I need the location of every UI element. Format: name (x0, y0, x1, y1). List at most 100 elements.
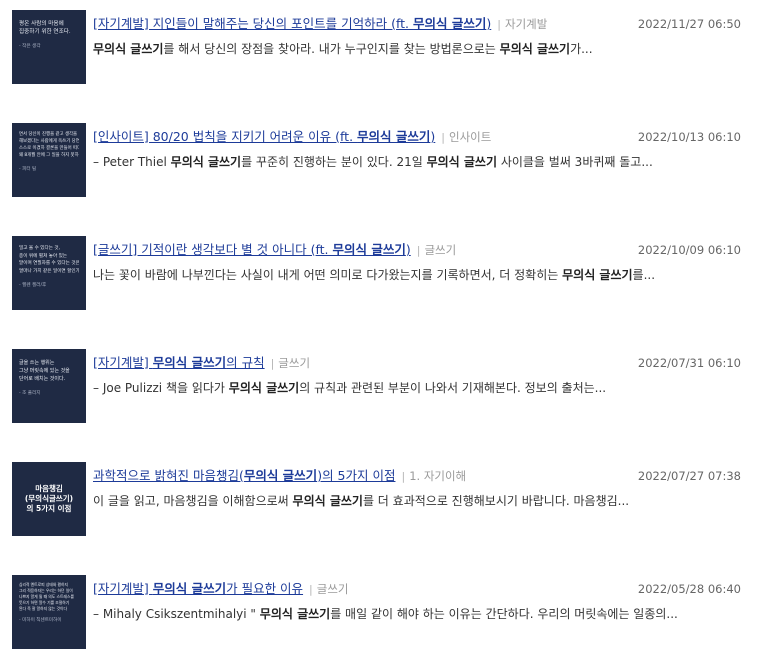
title-highlight: 무의식 글쓰기 (152, 355, 227, 370)
post-excerpt: 나는 꽃이 바람에 나부낀다는 사실이 내게 어떤 의미로 다가왔는지를 기록하… (93, 267, 743, 283)
post-category[interactable]: 인사이트 (449, 130, 491, 144)
post-item: 심리적 엔트로피 상태와 평하지 그리 적응하자는 우리는 하던 일이 나쁘지 … (0, 575, 773, 655)
post-title-link[interactable]: [글쓰기] 기적이란 생각보다 별 것 아니다 (ft. 무의식 글쓰기) (93, 242, 411, 257)
thumbnail-text: 글을 쓰는 행위는 (19, 360, 55, 366)
excerpt-highlight: 무의식 글쓰기 (562, 268, 633, 282)
post-list: 평온 사람의 마음에 집중하기 위한 연조다. - 작은 생각 [자기계발] 지… (0, 0, 773, 662)
separator: | (441, 131, 445, 144)
excerpt-text: 를 꾸준히 진행하는 분이 있다. 21일 (241, 155, 427, 169)
post-thumbnail[interactable]: 밀고 올 수 있다는 것, 종이 위에 펼쳐 놓아 있는 말이며 연필자를 수 … (12, 236, 86, 310)
post-title-link[interactable]: [자기계발] 무의식 글쓰기가 필요한 이유 (93, 581, 303, 596)
title-text: [자기계발] 지인들이 말해주는 당신의 포인트를 기억하라 (ft. (93, 16, 414, 31)
thumbnail-text: 의 5가지 이점 (26, 504, 72, 513)
excerpt-text: – Peter Thiel (93, 155, 171, 169)
thumbnail-text: 그냥 머릿속에 있는 것을 (19, 368, 70, 374)
separator: | (497, 18, 501, 31)
post-date: 2022/07/31 06:10 (637, 356, 741, 370)
thumbnail-text: 면서 당신이 진행을 같고 생각을 (19, 132, 78, 137)
excerpt-text: 사이클을 벌써 3바퀴째 돌고... (497, 155, 653, 169)
post-title-link[interactable]: [인사이트] 80/20 법칙을 지키기 어려운 이유 (ft. 무의식 글쓰기… (93, 129, 435, 144)
thumbnail-text: 스스로 이겼하 결론을 만들어 떠다, (19, 146, 79, 151)
post-title-link[interactable]: 과학적으로 밝혀진 마음챙김(무의식 글쓰기)의 5가지 이점 (93, 468, 395, 483)
excerpt-text: – Mihaly Csikszentmihalyi " (93, 607, 260, 621)
excerpt-text: 의 규칙과 관련된 부분이 나와서 기재해본다. 정보의 출처는... (299, 381, 607, 395)
post-item: 마음챙김 (무의식글쓰기) 의 5가지 이점 과학적으로 밝혀진 마음챙김(무의… (0, 462, 773, 542)
post-item: 글을 쓰는 행위는 그냥 머릿속에 있는 것을 단어로 배치는 것이다. - 조… (0, 349, 773, 429)
thumbnail-text: 된다 즉 잘 알하지 않는 것이다 (19, 606, 67, 611)
thumbnail-author: - 작은 생각 (19, 44, 41, 49)
post-category[interactable]: 글쓰기 (278, 356, 310, 370)
post-title-link[interactable]: [자기계발] 무의식 글쓰기의 규칙 (93, 355, 265, 370)
excerpt-highlight: 무의식 글쓰기 (499, 42, 571, 56)
thumbnail-text: 집중하기 위한 연조다. (19, 29, 71, 35)
post-excerpt: – Peter Thiel 무의식 글쓰기를 꾸준히 진행하는 분이 있다. 2… (93, 154, 743, 170)
post-excerpt: – Mihaly Csikszentmihalyi " 무의식 글쓰기를 매일 … (93, 606, 743, 622)
post-title-link[interactable]: [자기계발] 지인들이 말해주는 당신의 포인트를 기억하라 (ft. 무의식 … (93, 16, 491, 31)
post-date: 2022/10/13 06:10 (637, 130, 741, 144)
thumbnail-text: 종이 위에 펼쳐 놓아 있는 (19, 253, 68, 259)
thumbnail-text: 해보겠다는 사람에게 옥쓰기 당연한, (19, 139, 79, 144)
excerpt-text: 를 더 효과적으로 진행해보시기 바랍니다. 마음챙김... (362, 494, 630, 508)
excerpt-text: – Joe Pulizzi 책을 읽다가 (93, 381, 229, 395)
title-highlight: 무의식 글쓰기 (152, 581, 227, 596)
separator: | (401, 470, 406, 483)
post-category[interactable]: 1. 자기이해 (409, 469, 466, 483)
title-highlight: 무의식 글쓰기 (413, 16, 487, 31)
post-category[interactable]: 글쓰기 (424, 243, 456, 257)
post-excerpt: – Joe Pulizzi 책을 읽다가 무의식 글쓰기의 규칙과 관련된 부분… (93, 380, 743, 396)
thumbnail-text: 단어로 배치는 것이다. (19, 376, 66, 382)
post-thumbnail[interactable]: 면서 당신이 진행을 같고 생각을 해보겠다는 사람에게 옥쓰기 당연한, 스스… (12, 123, 86, 197)
thumbnail-author: - 헬렌 켈러/후 (19, 283, 47, 288)
post-date: 2022/11/27 06:50 (637, 17, 741, 31)
excerpt-text: 를 매일 같이 해야 하는 이유는 간단하다. 우리의 머릿속에는 일종의... (330, 607, 678, 621)
title-text: [자기계발] (93, 355, 153, 370)
post-thumbnail[interactable]: 글을 쓰는 행위는 그냥 머릿속에 있는 것을 단어로 배치는 것이다. - 조… (12, 349, 86, 423)
title-highlight: 무의식 글쓰기 (357, 129, 431, 144)
post-date: 2022/05/28 06:40 (637, 582, 741, 596)
thumbnail-text: 왜 8개월 안에 그 일을 하지 못하는가? (19, 153, 79, 158)
excerpt-text: 를... (632, 268, 656, 282)
separator: | (270, 357, 275, 370)
excerpt-highlight: 무의식 글쓰기 (259, 607, 331, 621)
excerpt-text: 나는 꽃이 바람에 나부낀다는 사실이 내게 어떤 의미로 다가왔는지를 기록하… (93, 268, 563, 282)
thumbnail-text: 마음챙김 (35, 484, 63, 493)
title-text: ) (430, 129, 436, 144)
thumbnail-text: 얼마나 가치 같은 일이면 할인가! (19, 268, 79, 274)
thumbnail-author: - 미하이 칙센트미하이 (19, 618, 62, 623)
post-category[interactable]: 글쓰기 (317, 582, 349, 596)
excerpt-text: 이 글을 읽고, 마음챙김을 이해함으로써 (93, 494, 293, 508)
post-thumbnail[interactable]: 마음챙김 (무의식글쓰기) 의 5가지 이점 (12, 462, 86, 536)
excerpt-highlight: 무의식 글쓰기 (292, 494, 363, 508)
post-item: 면서 당신이 진행을 같고 생각을 해보겠다는 사람에게 옥쓰기 당연한, 스스… (0, 123, 773, 203)
title-text: 의 규칙 (226, 355, 265, 370)
title-text: [인사이트] 80/20 법칙을 지키기 어려운 이유 (ft. (93, 129, 358, 144)
title-text: 가 필요한 이유 (226, 581, 304, 596)
thumbnail-text: 평온 사람의 마음에 (19, 21, 64, 27)
thumbnail-text: (무의식글쓰기) (24, 494, 74, 503)
post-date: 2022/10/09 06:10 (637, 243, 741, 257)
excerpt-highlight: 무의식 글쓰기 (170, 155, 242, 169)
post-item: 밀고 올 수 있다는 것, 종이 위에 펼쳐 놓아 있는 말이며 연필자를 수 … (0, 236, 773, 316)
title-text: )의 5가지 이점 (317, 468, 396, 483)
post-thumbnail[interactable]: 심리적 엔트로피 상태와 평하지 그리 적응하자는 우리는 하던 일이 나쁘지 … (12, 575, 86, 649)
excerpt-highlight: 무의식 글쓰기 (426, 155, 497, 169)
post-item: 평온 사람의 마음에 집중하기 위한 연조다. - 작은 생각 [자기계발] 지… (0, 10, 773, 90)
post-thumbnail[interactable]: 평온 사람의 마음에 집중하기 위한 연조다. - 작은 생각 (12, 10, 86, 84)
excerpt-text: 를 해서 당신의 장점을 찾아라. 내가 누구인지를 찾는 방법론으로는 (163, 42, 500, 56)
thumbnail-text: 밀고 올 수 있다는 것, (19, 246, 61, 251)
thumbnail-author: - 조 풀리지 (19, 391, 41, 396)
post-category[interactable]: 자기계발 (505, 17, 547, 31)
title-highlight: 무의식 글쓰기 (332, 242, 406, 257)
excerpt-text: 가... (570, 42, 593, 56)
title-highlight: 무의식 글쓰기 (243, 468, 318, 483)
title-text: ) (486, 16, 492, 31)
title-text: [자기계발] (93, 581, 153, 596)
excerpt-highlight: 무의식 글쓰기 (228, 381, 300, 395)
post-excerpt: 무의식 글쓰기를 해서 당신의 장점을 찾아라. 내가 누구인지를 찾는 방법론… (93, 41, 743, 57)
separator: | (416, 244, 421, 257)
title-text: 과학적으로 밝혀진 마음챙김( (93, 468, 244, 483)
thumbnail-text: 말이며 연필자를 수 있다는 것은 (19, 261, 79, 266)
title-text: ) (405, 242, 411, 257)
separator: | (309, 583, 313, 596)
thumbnail-author: - 피터 틸 (19, 167, 37, 172)
